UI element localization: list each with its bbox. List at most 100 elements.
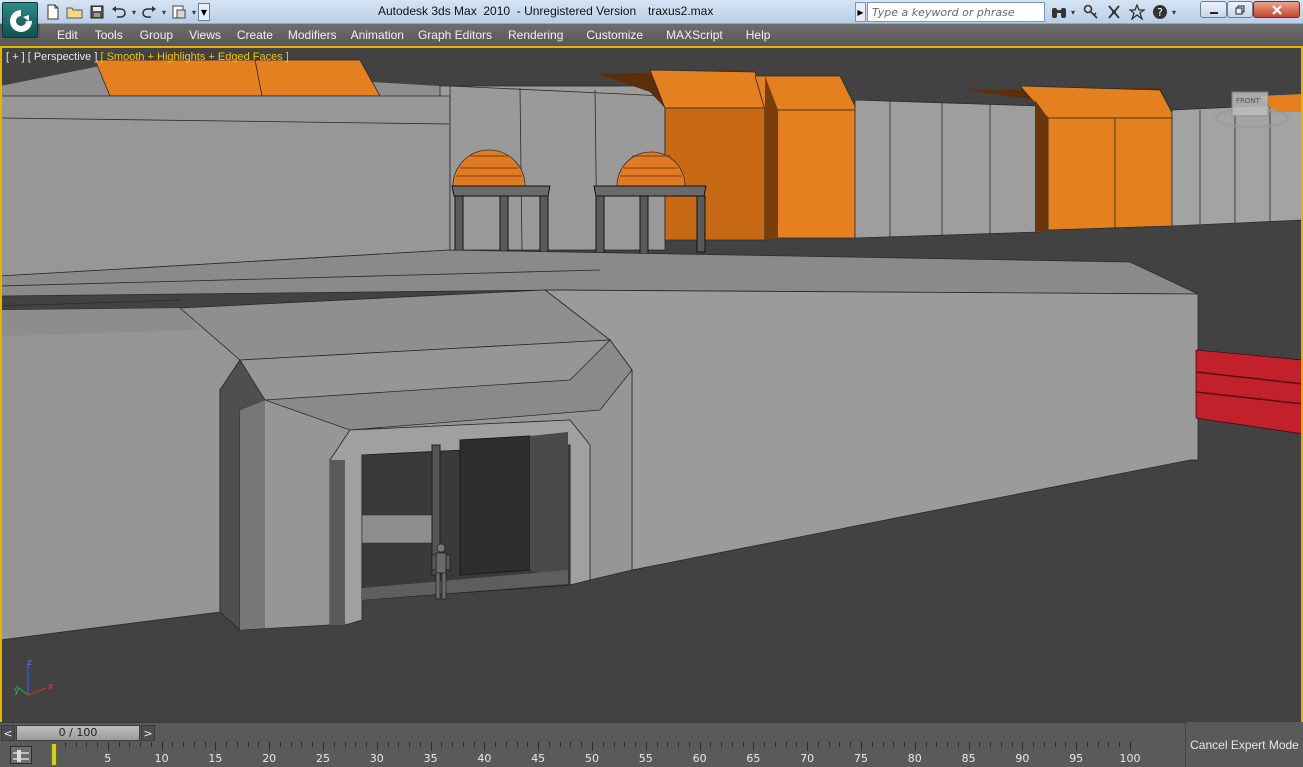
- ruler-tick: [581, 742, 583, 747]
- ruler-tick: [742, 742, 744, 747]
- ruler-tick: [1108, 742, 1110, 747]
- menu-bar: Edit Tools Group Views Create Modifiers …: [40, 24, 1303, 46]
- cancel-expert-mode-button[interactable]: Cancel Expert Mode: [1185, 722, 1303, 767]
- menu-create[interactable]: Create: [228, 24, 280, 46]
- menu-customize[interactable]: Customize: [570, 24, 650, 46]
- ruler-tick: [473, 742, 475, 747]
- ruler-tick: [118, 742, 120, 747]
- time-slider-next-button[interactable]: >: [141, 725, 155, 741]
- ruler-tick: [667, 742, 669, 747]
- viewport-shading-mode[interactable]: [ Smooth + Highlights + Edged Faces ]: [100, 51, 288, 63]
- ruler-tick: [161, 742, 163, 751]
- communication-center-icon[interactable]: [1104, 3, 1124, 21]
- restore-icon[interactable]: [1227, 1, 1253, 18]
- title-bar: ▾ ▾ ▾ ▼ Autodesk 3ds Max 2010 - Unregist…: [0, 0, 1303, 24]
- menu-help[interactable]: Help: [730, 24, 778, 46]
- open-folder-icon[interactable]: [64, 3, 86, 21]
- ruler-tick: [914, 742, 916, 751]
- minimize-icon[interactable]: [1200, 1, 1227, 18]
- ruler-tick: [462, 742, 464, 747]
- ruler-tick: [947, 742, 949, 747]
- redo-dropdown-icon[interactable]: ▾: [160, 3, 168, 21]
- ruler-tick: [850, 742, 852, 747]
- document-filename: traxus2.max: [648, 4, 714, 18]
- perspective-viewport[interactable]: [ + ] [ Perspective ] [ Smooth + Highlig…: [0, 46, 1303, 722]
- ruler-tick: [129, 742, 131, 747]
- menu-group[interactable]: Group: [130, 24, 180, 46]
- ruler-tick: [1022, 742, 1024, 751]
- ruler-tick: [495, 742, 497, 747]
- project-folder-icon[interactable]: [168, 3, 190, 21]
- ruler-tick: [430, 742, 432, 751]
- track-ruler[interactable]: 5 10 15 20 25 30 35 40 45 50 55 60 65 70 75 80 85 90 95 100: [53, 742, 1185, 767]
- project-folder-dropdown-icon[interactable]: ▾: [190, 3, 198, 21]
- ruler-tick-label: 55: [638, 752, 653, 765]
- ruler-tick-label: 85: [961, 752, 976, 765]
- key-icon[interactable]: [1081, 3, 1101, 21]
- ruler-tick: [1076, 742, 1078, 751]
- track-bar[interactable]: 5 10 15 20 25 30 35 40 45 50 55 60 65 70 75 80 85 90 95 100: [0, 742, 1185, 767]
- ruler-tick: [936, 742, 938, 747]
- ruler-tick-label: 15: [208, 752, 223, 765]
- help-dropdown-icon[interactable]: ▾: [1170, 3, 1178, 21]
- ruler-tick: [301, 742, 303, 747]
- axis-tripod-icon: [15, 665, 47, 696]
- ruler-tick: [1065, 742, 1067, 747]
- curve-editor-icon[interactable]: [10, 746, 32, 764]
- ruler-tick: [290, 742, 292, 747]
- ruler-tick: [710, 742, 712, 747]
- redo-icon[interactable]: [138, 3, 160, 21]
- ruler-tick-label: 10: [154, 752, 169, 765]
- search-expand-icon[interactable]: ▶: [855, 2, 866, 22]
- ruler-tick: [1054, 742, 1056, 747]
- ruler-tick-label: 20: [262, 752, 277, 765]
- menu-modifiers[interactable]: Modifiers: [280, 24, 344, 46]
- ruler-tick: [97, 742, 99, 747]
- axis-label-z: z: [27, 658, 32, 668]
- undo-icon[interactable]: [108, 3, 130, 21]
- 3dsmax-logo-icon[interactable]: [2, 2, 38, 38]
- ruler-tick: [764, 742, 766, 747]
- current-frame-marker[interactable]: [51, 743, 57, 766]
- star-icon[interactable]: [1127, 3, 1147, 21]
- ruler-tick: [505, 742, 507, 747]
- ruler-tick: [548, 742, 550, 747]
- binoculars-icon[interactable]: [1049, 3, 1069, 21]
- time-slider[interactable]: 0 / 100: [16, 725, 140, 741]
- ruler-tick: [731, 742, 733, 747]
- menu-maxscript[interactable]: MAXScript: [650, 24, 730, 46]
- viewport-menu-plus[interactable]: [ + ]: [6, 51, 25, 63]
- menu-animation[interactable]: Animation: [344, 24, 411, 46]
- time-slider-prev-button[interactable]: <: [1, 725, 15, 741]
- close-icon[interactable]: [1253, 1, 1300, 18]
- qat-customize-icon[interactable]: ▼: [198, 3, 210, 21]
- save-icon[interactable]: [86, 3, 108, 21]
- ruler-tick-label: 60: [692, 752, 707, 765]
- ruler-tick: [1033, 742, 1035, 747]
- ruler-tick: [355, 742, 357, 747]
- search-input[interactable]: [867, 2, 1045, 22]
- viewport-label[interactable]: [ + ] [ Perspective ] [ Smooth + Highlig…: [6, 51, 289, 63]
- ruler-tick: [861, 742, 862, 751]
- ruler-tick-label: 65: [746, 752, 761, 765]
- undo-dropdown-icon[interactable]: ▾: [130, 3, 138, 21]
- ruler-tick-label: 30: [369, 752, 384, 765]
- ruler-tick: [871, 742, 873, 747]
- ruler-tick: [678, 742, 680, 747]
- help-icon[interactable]: ?: [1150, 3, 1170, 21]
- ruler-tick: [516, 742, 518, 747]
- menu-rendering[interactable]: Rendering: [499, 24, 570, 46]
- menu-edit[interactable]: Edit: [50, 24, 85, 46]
- ruler-tick: [247, 742, 249, 747]
- binoculars-dropdown-icon[interactable]: ▾: [1069, 3, 1077, 21]
- ruler-tick: [226, 742, 228, 747]
- viewport-point-of-view[interactable]: [ Perspective ]: [28, 51, 98, 63]
- ruler-tick: [925, 742, 927, 747]
- ruler-tick: [269, 742, 271, 751]
- ruler-tick: [602, 742, 604, 747]
- menu-views[interactable]: Views: [180, 24, 228, 46]
- menu-tools[interactable]: Tools: [85, 24, 130, 46]
- new-file-icon[interactable]: [42, 3, 64, 21]
- viewcube[interactable]: FRONT: [1214, 84, 1290, 130]
- menu-graph-editors[interactable]: Graph Editors: [411, 24, 499, 46]
